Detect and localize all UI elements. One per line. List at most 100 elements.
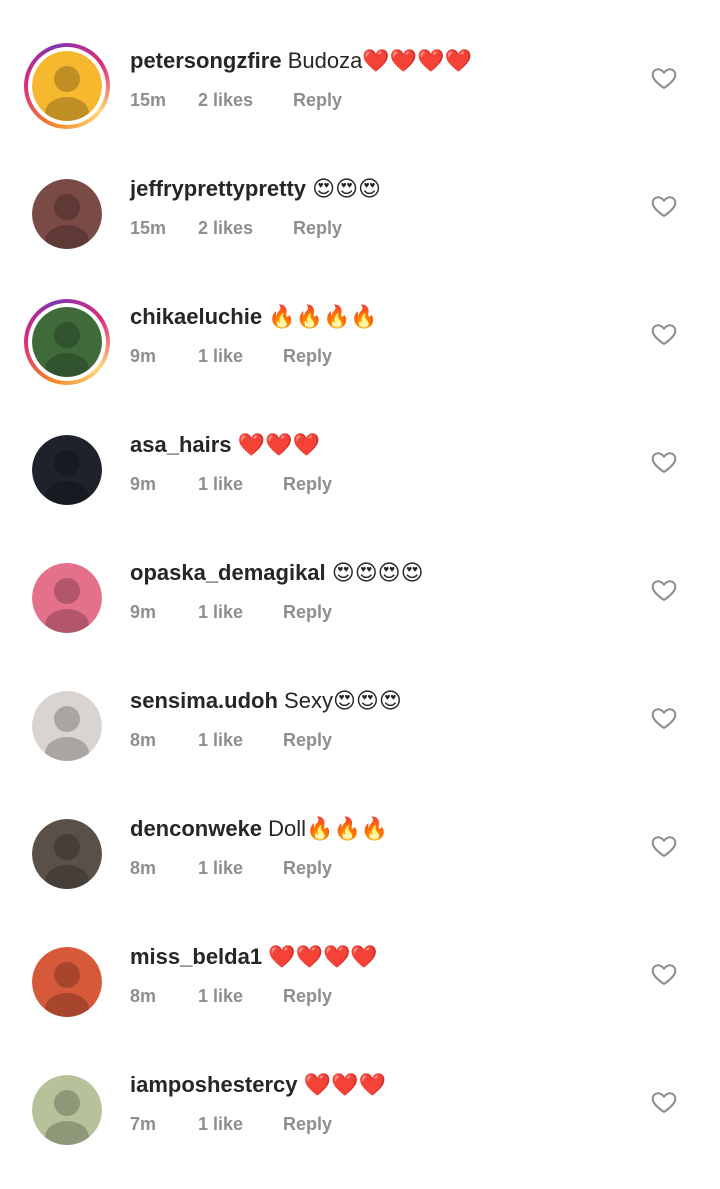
avatar-image	[32, 179, 102, 249]
comment-emoji: 😍😍😍	[332, 688, 402, 713]
avatar[interactable]	[24, 683, 110, 769]
comment-username[interactable]: iamposhestercy	[130, 1072, 298, 1097]
avatar-image	[32, 51, 102, 121]
avatar-image	[32, 819, 102, 889]
comment-meta: 8m 1 like Reply	[130, 856, 332, 880]
comment-meta: 15m 2 likes Reply	[130, 88, 342, 112]
heart-outline-icon[interactable]	[650, 576, 678, 604]
avatar-image	[32, 307, 102, 377]
comment-meta: 7m 1 like Reply	[130, 1112, 332, 1136]
comment-likes[interactable]: 2 likes	[198, 216, 253, 240]
avatar[interactable]	[24, 171, 110, 257]
reply-button[interactable]: Reply	[293, 88, 342, 112]
reply-button[interactable]: Reply	[283, 856, 332, 880]
heart-outline-icon[interactable]	[650, 1088, 678, 1116]
comment-emoji: 😍😍😍	[312, 176, 381, 201]
comment-body: miss_belda1 ❤️❤️❤️❤️	[130, 942, 378, 972]
comment-emoji: ❤️❤️❤️	[303, 1072, 386, 1097]
comment-emoji: 😍😍😍😍	[331, 560, 424, 585]
comment-username[interactable]: jeffryprettypretty	[130, 176, 306, 201]
reply-button[interactable]: Reply	[283, 984, 332, 1008]
comment-emoji: ❤️❤️❤️❤️	[268, 944, 378, 969]
comment-likes[interactable]: 1 like	[198, 984, 243, 1008]
comment-meta: 8m 1 like Reply	[130, 984, 332, 1008]
heart-outline-icon[interactable]	[650, 960, 678, 988]
comment-username[interactable]: denconweke	[130, 816, 262, 841]
comment-likes[interactable]: 1 like	[198, 856, 243, 880]
reply-button[interactable]: Reply	[283, 472, 332, 496]
comment-row: chikaeluchie 🔥🔥🔥🔥 9m 1 like Reply	[0, 284, 720, 412]
comment-username[interactable]: miss_belda1	[130, 944, 262, 969]
reply-button[interactable]: Reply	[283, 344, 332, 368]
comment-username[interactable]: asa_hairs	[130, 432, 232, 457]
reply-button[interactable]: Reply	[293, 216, 342, 240]
comment-row: iamposhestercy ❤️❤️❤️ 7m 1 like Reply	[0, 1052, 720, 1180]
comment-likes[interactable]: 1 like	[198, 728, 243, 752]
comment-time: 15m	[130, 90, 167, 110]
comment-meta: 15m 2 likes Reply	[130, 216, 342, 240]
avatar[interactable]	[24, 43, 110, 129]
comment-likes[interactable]: 1 like	[198, 344, 243, 368]
avatar[interactable]	[24, 1067, 110, 1153]
comment-username[interactable]: petersongzfire	[130, 48, 282, 73]
comment-list: petersongzfire Budoza❤️❤️❤️❤️ 15m 2 likes…	[0, 0, 720, 1189]
comment-body: chikaeluchie 🔥🔥🔥🔥	[130, 302, 378, 332]
comment-likes[interactable]: 1 like	[198, 600, 243, 624]
comment-time: 9m	[130, 602, 157, 622]
comment-likes[interactable]: 2 likes	[198, 88, 253, 112]
comment-body: petersongzfire Budoza❤️❤️❤️❤️	[130, 46, 472, 76]
comment-body: sensima.udoh Sexy😍😍😍	[130, 686, 402, 716]
avatar-image	[32, 435, 102, 505]
heart-outline-icon[interactable]	[650, 704, 678, 732]
comment-text: Budoza	[287, 48, 363, 73]
comment-body: iamposhestercy ❤️❤️❤️	[130, 1070, 386, 1100]
avatar[interactable]	[24, 427, 110, 513]
comment-emoji: ❤️❤️❤️❤️	[362, 48, 472, 73]
reply-button[interactable]: Reply	[283, 728, 332, 752]
comment-username[interactable]: sensima.udoh	[130, 688, 278, 713]
heart-outline-icon[interactable]	[650, 832, 678, 860]
heart-outline-icon[interactable]	[650, 64, 678, 92]
comment-time: 8m	[130, 986, 157, 1006]
comment-username[interactable]: opaska_demagikal	[130, 560, 326, 585]
reply-button[interactable]: Reply	[283, 1112, 332, 1136]
comment-row: asa_hairs ❤️❤️❤️ 9m 1 like Reply	[0, 412, 720, 540]
comment-row: opaska_demagikal 😍😍😍😍 9m 1 like Reply	[0, 540, 720, 668]
comment-meta: 9m 1 like Reply	[130, 600, 332, 624]
comment-row: denconweke Doll🔥🔥🔥 8m 1 like Reply	[0, 796, 720, 924]
comment-row: jeffryprettypretty 😍😍😍 15m 2 likes Reply	[0, 156, 720, 284]
heart-outline-icon[interactable]	[650, 192, 678, 220]
comment-emoji: ❤️❤️❤️	[237, 432, 320, 457]
comment-row: miss_belda1 ❤️❤️❤️❤️ 8m 1 like Reply	[0, 924, 720, 1052]
avatar[interactable]	[24, 299, 110, 385]
avatar[interactable]	[24, 939, 110, 1025]
comment-body: jeffryprettypretty 😍😍😍	[130, 174, 381, 204]
comment-time: 7m	[130, 1114, 157, 1134]
comment-meta: 9m 1 like Reply	[130, 472, 332, 496]
comment-meta: 8m 1 like Reply	[130, 728, 332, 752]
comment-username[interactable]: chikaeluchie	[130, 304, 262, 329]
heart-outline-icon[interactable]	[650, 448, 678, 476]
avatar-image	[32, 691, 102, 761]
comment-time: 9m	[130, 346, 157, 366]
comment-emoji: 🔥🔥🔥🔥	[268, 304, 378, 329]
comment-likes[interactable]: 1 like	[198, 1112, 243, 1136]
heart-outline-icon[interactable]	[650, 320, 678, 348]
avatar-image	[32, 1075, 102, 1145]
comment-text: Doll	[268, 816, 307, 841]
comment-row: petersongzfire Budoza❤️❤️❤️❤️ 15m 2 likes…	[0, 28, 720, 156]
comment-text: Sexy	[284, 688, 333, 713]
avatar-image	[32, 563, 102, 633]
reply-button[interactable]: Reply	[283, 600, 332, 624]
comment-body: asa_hairs ❤️❤️❤️	[130, 430, 320, 460]
comment-body: opaska_demagikal 😍😍😍😍	[130, 558, 424, 588]
comment-time: 9m	[130, 474, 157, 494]
avatar-image	[32, 947, 102, 1017]
comment-row: sensima.udoh Sexy😍😍😍 8m 1 like Reply	[0, 668, 720, 796]
comment-time: 15m	[130, 218, 167, 238]
avatar[interactable]	[24, 811, 110, 897]
avatar[interactable]	[24, 555, 110, 641]
comment-time: 8m	[130, 858, 157, 878]
comment-meta: 9m 1 like Reply	[130, 344, 332, 368]
comment-likes[interactable]: 1 like	[198, 472, 243, 496]
